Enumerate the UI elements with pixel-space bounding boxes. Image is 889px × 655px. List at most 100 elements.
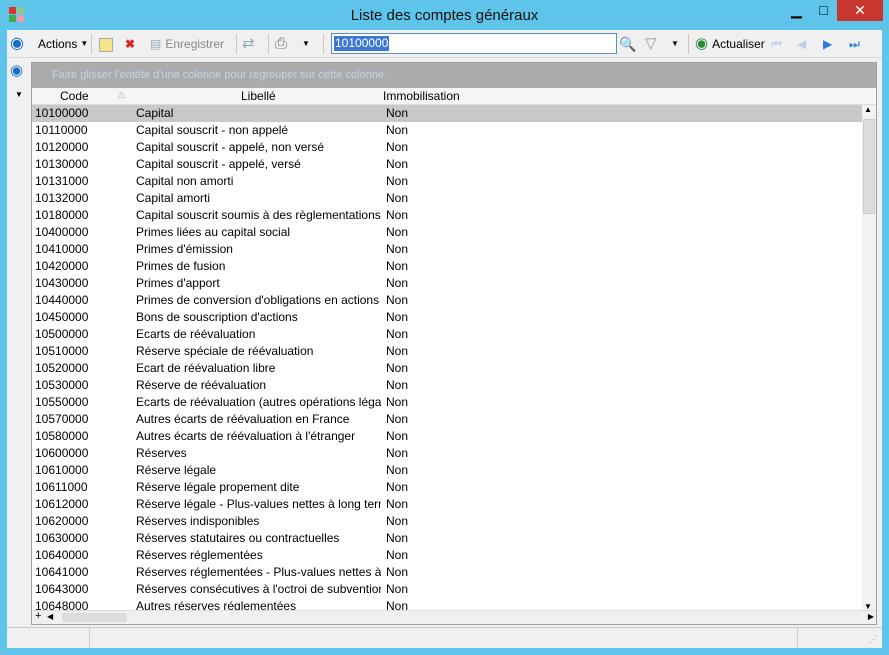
cell-immobilisation: Non [386,514,409,528]
close-button[interactable]: ✕ [837,0,883,21]
table-row[interactable]: 10610000 Réserve légale Non [32,462,862,479]
cell-immobilisation: Non [386,497,409,511]
cell-libelle: Réserves consécutives à l'octroi de subv… [136,582,381,596]
table-row[interactable]: 10620000 Réserves indisponibles Non [32,513,862,530]
sync-icon[interactable]: ⇄ [242,34,255,54]
filter-icon[interactable]: ▽ [645,34,657,54]
table-row[interactable]: 10640000 Réserves réglementées Non [32,547,862,564]
cell-immobilisation: Non [386,208,409,222]
table-row[interactable]: 10580000 Autres écarts de réévaluation à … [32,428,862,445]
cell-code: 10610000 [35,463,89,477]
table-row[interactable]: 10520000 Ecart de réévaluation libre Non [32,360,862,377]
cell-libelle: Ecarts de réévaluation [136,327,256,341]
column-header-libelle[interactable]: Libellé [241,89,276,103]
cell-libelle: Primes liées au capital social [136,225,291,239]
table-row[interactable]: 10550000 Ecarts de réévaluation (autres o… [32,394,862,411]
cell-libelle: Capital non amorti [136,174,234,188]
cell-libelle: Primes de conversion d'obligations en ac… [136,293,380,307]
table-row[interactable]: 10132000 Capital amorti Non [32,190,862,207]
print-dropdown-icon[interactable]: ▼ [302,34,310,54]
first-page-icon[interactable]: ⏮ [771,34,782,54]
column-chooser-icon[interactable]: ▼ [15,90,23,99]
table-row[interactable]: 10430000 Primes d'apport Non [32,275,862,292]
cell-libelle: Réserves réglementées [136,548,263,562]
previous-page-icon[interactable]: ◀ [797,34,806,54]
cell-immobilisation: Non [386,412,409,426]
toolbar: ◉ Actions ▼ ✖ ▤ Enregistrer ⇄ ⎙ ▼ 10100000… [7,30,882,58]
cell-libelle: Réserve légale - Plus-values nettes à lo… [136,497,381,511]
cell-code: 10611000 [35,480,88,494]
actions-menu[interactable]: Actions ▼ [38,34,88,54]
table-row[interactable]: 10400000 Primes liées au capital social No… [32,224,862,241]
table-row[interactable]: 10600000 Réserves Non [32,445,862,462]
expand-icon[interactable]: + [35,610,41,622]
save-button[interactable]: ▤ Enregistrer [150,34,224,54]
minimize-button[interactable]: ▁ [783,0,810,21]
search-input[interactable]: 10100000 [331,33,617,54]
table-row[interactable]: 10420000 Primes de fusion Non [32,258,862,275]
table-row[interactable]: 10500000 Ecarts de réévaluation Non [32,326,862,343]
column-header-code[interactable]: Code [60,89,89,103]
cell-immobilisation: Non [386,531,409,545]
new-icon[interactable] [99,38,113,52]
delete-icon[interactable]: ✖ [125,34,135,54]
table-row[interactable]: 10510000 Réserve spéciale de réévaluation… [32,343,862,360]
filter-dropdown-icon[interactable]: ▼ [671,34,679,54]
cell-code: 10131000 [35,174,89,188]
horizontal-scrollbar[interactable]: + ◀ ▶ [32,610,876,624]
table-row[interactable]: 10530000 Réserve de réévaluation Non [32,377,862,394]
title-bar: Liste des comptes généraux ▁ □ ✕ [0,0,889,30]
table-row[interactable]: 10641000 Réserves réglementées - Plus-val… [32,564,862,581]
table-row[interactable]: 10570000 Autres écarts de réévaluation en… [32,411,862,428]
table-row[interactable]: 10611000 Réserve légale propement dite Non [32,479,862,496]
cell-libelle: Capital souscrit - appelé, versé [136,157,301,171]
cell-code: 10410000 [35,242,89,256]
table-row[interactable]: 10180000 Capital souscrit soumis à des rè… [32,207,862,224]
table-row[interactable]: 10131000 Capital non amorti Non [32,173,862,190]
save-icon: ▤ [150,37,162,51]
cell-code: 10440000 [35,293,89,307]
last-page-icon[interactable]: ⏭ [849,34,860,54]
next-page-icon[interactable]: ▶ [823,34,832,54]
group-panel[interactable]: Faire glisser l'entête d'une colonne pou… [32,63,876,88]
cell-code: 10580000 [35,429,89,443]
cell-code: 10550000 [35,395,89,409]
table-row[interactable]: 10100000 Capital Non [32,105,862,122]
cell-immobilisation: Non [386,242,409,256]
maximize-button[interactable]: □ [810,0,837,21]
grid-options-icon[interactable]: ◉ [10,61,23,79]
table-row[interactable]: 10130000 Capital souscrit - appelé, versé… [32,156,862,173]
cell-immobilisation: Non [386,480,409,494]
table-row[interactable]: 10120000 Capital souscrit - appelé, non v… [32,139,862,156]
refresh-button[interactable]: ◉ Actualiser [695,34,765,54]
sort-asc-icon: △ [118,89,125,99]
table-row[interactable]: 10110000 Capital souscrit - non appelé Non [32,122,862,139]
table-row[interactable]: 10410000 Primes d'émission Non [32,241,862,258]
table-row[interactable]: 10450000 Bons de souscription d'actions No… [32,309,862,326]
cell-code: 10420000 [35,259,89,273]
cell-libelle: Ecarts de réévaluation (autres opération… [136,395,381,409]
options-icon[interactable]: ◉ [10,34,24,54]
cell-code: 10130000 [35,157,89,171]
table-row[interactable]: 10643000 Réserves consécutives à l'octroi… [32,581,862,598]
resize-grip-icon[interactable]: ⋰ [869,634,878,645]
cell-libelle: Réserves [136,446,187,460]
column-header-immobilisation[interactable]: Immobilisation [383,89,460,103]
accounts-grid: Faire glisser l'entête d'une colonne pou… [31,62,877,625]
cell-libelle: Capital souscrit - appelé, non versé [136,140,325,154]
table-row[interactable]: 10630000 Réserves statutaires ou contract… [32,530,862,547]
cell-libelle: Autres écarts de réévaluation à l'étrang… [136,429,356,443]
cell-immobilisation: Non [386,106,409,120]
cell-libelle: Capital souscrit - non appelé [136,123,289,137]
cell-immobilisation: Non [386,395,409,409]
cell-code: 10520000 [35,361,89,375]
table-row[interactable]: 10612000 Réserve légale - Plus-values net… [32,496,862,513]
cell-immobilisation: Non [386,327,409,341]
window-title: Liste des comptes généraux [350,7,539,24]
print-icon[interactable]: ⎙ [275,34,287,54]
search-icon[interactable]: 🔍 [619,34,636,54]
cell-libelle: Primes de fusion [136,259,226,273]
cell-code: 10641000 [35,565,89,579]
table-row[interactable]: 10440000 Primes de conversion d'obligatio… [32,292,862,309]
vertical-scrollbar[interactable]: ▲ ▼ [862,105,876,611]
